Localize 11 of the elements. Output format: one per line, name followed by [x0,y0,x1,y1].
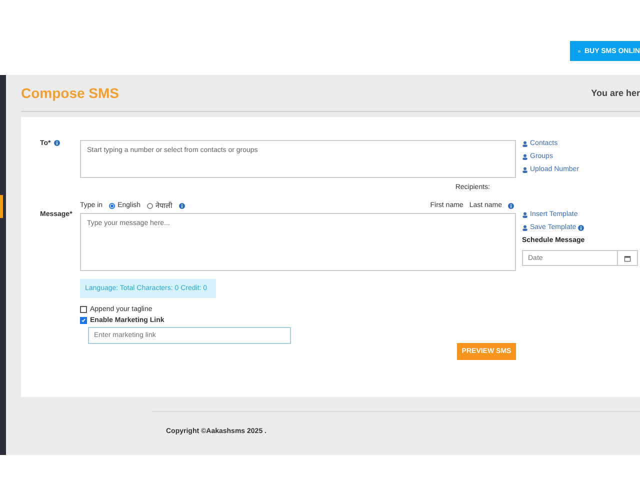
person-icon [522,140,528,146]
info-icon [54,140,60,146]
calendar-icon [624,254,631,262]
info-icon [508,202,514,208]
breadcrumb: You are her [591,88,640,98]
info-icon [578,224,584,230]
info-icon [178,202,185,208]
check-icon [81,318,86,323]
page-title: Compose SMS [21,85,120,101]
calendar-button[interactable] [618,250,638,266]
sidebar-marker[interactable] [0,195,3,218]
